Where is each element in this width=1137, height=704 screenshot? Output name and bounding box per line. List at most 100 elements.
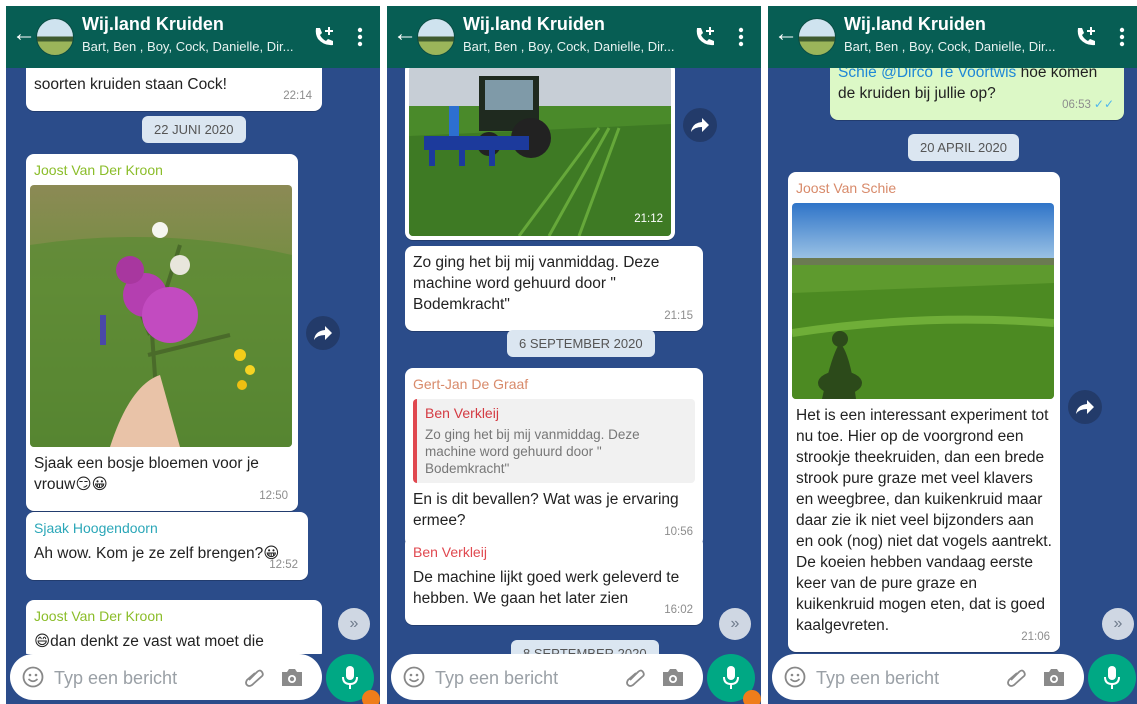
quoted-message[interactable]: Ben Verkleij Zo ging het bij mij vanmidd… bbox=[413, 399, 695, 483]
tractor-photo[interactable]: 21:12 bbox=[409, 68, 671, 236]
message-composer[interactable] bbox=[391, 654, 703, 700]
message-time: 12:52 bbox=[269, 559, 298, 571]
message-input[interactable] bbox=[816, 666, 986, 690]
voice-record-button[interactable] bbox=[326, 654, 380, 704]
mention-link[interactable]: Schie @Dirco Te Voortwis bbox=[838, 68, 1016, 81]
flower-photo[interactable] bbox=[30, 185, 292, 447]
message-text: 😄dan denkt ze vast wat moet die bbox=[34, 633, 264, 650]
forward-button[interactable] bbox=[683, 108, 717, 142]
read-receipt-icon: ✓✓ bbox=[1093, 97, 1114, 111]
chat-header[interactable]: ← Wij.land Kruiden Bart, Ben , Boy, Cock… bbox=[768, 6, 1137, 68]
camera-icon[interactable] bbox=[280, 666, 304, 688]
add-call-icon[interactable] bbox=[693, 25, 717, 49]
message-text: Zo ging het bij mij vanmiddag. Deze mach… bbox=[413, 254, 660, 313]
scroll-down-button[interactable]: » bbox=[1102, 608, 1134, 640]
forward-icon bbox=[691, 118, 709, 132]
message-time: 22:14 bbox=[283, 90, 312, 102]
quoted-sender: Ben Verkleij bbox=[425, 405, 499, 421]
message-input[interactable] bbox=[54, 666, 224, 690]
message-time: 06:53 bbox=[1062, 99, 1091, 111]
group-avatar[interactable] bbox=[798, 18, 836, 56]
message-text: En is dit bevallen? Wat was je ervaring … bbox=[413, 491, 679, 529]
date-divider: 20 APRIL 2020 bbox=[908, 134, 1019, 161]
forward-button[interactable] bbox=[1068, 390, 1102, 424]
message-text: Ah wow. Kom je ze zelf brengen?😀 bbox=[34, 545, 280, 562]
message-composer[interactable] bbox=[10, 654, 322, 700]
sender-name: Gert-Jan De Graaf bbox=[413, 376, 529, 392]
sender-name: Joost Van Schie bbox=[796, 180, 897, 196]
group-avatar[interactable] bbox=[417, 18, 455, 56]
message-input[interactable] bbox=[435, 666, 605, 690]
date-divider: 6 SEPTEMBER 2020 bbox=[507, 330, 655, 357]
message-bubble[interactable]: Sjaak Hoogendoorn Ah wow. Kom je ze zelf… bbox=[26, 512, 308, 580]
message-text: Het is een interessant experiment tot nu… bbox=[796, 407, 1052, 634]
back-arrow-icon[interactable]: ← bbox=[12, 22, 36, 46]
date-divider: 22 JUNI 2020 bbox=[142, 116, 246, 143]
message-text: Sjaak een bosje bloemen voor je vrouw😏😀 bbox=[34, 455, 259, 493]
group-members: Bart, Ben , Boy, Cock, Danielle, Dir... bbox=[844, 39, 1056, 54]
chat-screen-1: … soorten kruiden staan Cock! 22:14 22 J… bbox=[6, 6, 380, 704]
message-bubble[interactable]: Gert-Jan De Graaf Ben Verkleij Zo ging h… bbox=[405, 368, 703, 547]
forward-icon bbox=[1076, 400, 1094, 414]
more-options-icon[interactable] bbox=[350, 26, 370, 48]
message-bubble[interactable]: Joost Van Der Kroon 😄dan denkt ze vast w… bbox=[26, 600, 322, 654]
sender-name: Ben Verkleij bbox=[413, 544, 487, 560]
camera-icon[interactable] bbox=[661, 666, 685, 688]
attach-icon[interactable] bbox=[623, 665, 647, 689]
emoji-icon[interactable] bbox=[403, 666, 425, 688]
message-text: De machine lijkt goed werk geleverd te h… bbox=[413, 569, 680, 607]
message-text: soorten kruiden staan Cock! bbox=[34, 76, 227, 93]
message-list[interactable]: … soorten kruiden staan Cock! 22:14 22 J… bbox=[6, 68, 380, 654]
message-bubble[interactable]: Ben Verkleij De machine lijkt goed werk … bbox=[405, 536, 703, 625]
voice-record-button[interactable] bbox=[707, 654, 761, 704]
microphone-icon bbox=[1104, 666, 1120, 689]
attach-icon[interactable] bbox=[242, 665, 266, 689]
back-arrow-icon[interactable]: ← bbox=[393, 22, 417, 46]
message-composer[interactable] bbox=[772, 654, 1084, 700]
emoji-icon[interactable] bbox=[784, 666, 806, 688]
notification-badge bbox=[743, 690, 761, 704]
more-options-icon[interactable] bbox=[731, 26, 751, 48]
chat-screen-2: 21:12 Zo ging het bij mij vanmiddag. Dez… bbox=[387, 6, 761, 704]
message-bubble[interactable]: 21:12 bbox=[405, 68, 675, 240]
voice-record-button[interactable] bbox=[1088, 654, 1136, 702]
forward-button[interactable] bbox=[306, 316, 340, 350]
message-time: 21:06 bbox=[1021, 631, 1050, 643]
message-bubble[interactable]: … soorten kruiden staan Cock! 22:14 bbox=[26, 68, 322, 111]
chat-screen-3: Schie @Dirco Te Voortwis hoe komen de kr… bbox=[768, 6, 1137, 704]
message-bubble-outgoing[interactable]: Schie @Dirco Te Voortwis hoe komen de kr… bbox=[830, 68, 1124, 120]
sender-name: Joost Van Der Kroon bbox=[34, 608, 163, 624]
message-bubble[interactable]: Joost Van Schie Het is een interessant e… bbox=[788, 172, 1060, 652]
sender-name: Sjaak Hoogendoorn bbox=[34, 520, 158, 536]
add-call-icon[interactable] bbox=[1074, 25, 1098, 49]
message-bubble[interactable]: Zo ging het bij mij vanmiddag. Deze mach… bbox=[405, 246, 703, 331]
notification-badge bbox=[362, 690, 380, 704]
tractor-image bbox=[409, 68, 671, 236]
group-title: Wij.land Kruiden bbox=[463, 14, 605, 34]
chat-header[interactable]: ← Wij.land Kruiden Bart, Ben , Boy, Cock… bbox=[387, 6, 761, 68]
field-photo[interactable] bbox=[792, 203, 1054, 399]
sender-name: Joost Van Der Kroon bbox=[34, 162, 163, 178]
camera-icon[interactable] bbox=[1042, 666, 1066, 688]
microphone-icon bbox=[342, 666, 358, 689]
add-call-icon[interactable] bbox=[312, 25, 336, 49]
quoted-text: Zo ging het bij mij vanmiddag. Deze mach… bbox=[425, 427, 640, 476]
chevron-down-icon: » bbox=[1113, 615, 1123, 632]
more-options-icon[interactable] bbox=[1112, 26, 1132, 48]
message-list[interactable]: 21:12 Zo ging het bij mij vanmiddag. Dez… bbox=[387, 68, 761, 654]
scroll-down-button[interactable]: » bbox=[338, 608, 370, 640]
group-members: Bart, Ben , Boy, Cock, Danielle, Dir... bbox=[82, 39, 294, 54]
group-title: Wij.land Kruiden bbox=[844, 14, 986, 34]
microphone-icon bbox=[723, 666, 739, 689]
message-bubble[interactable]: Joost Van Der Kroon Sjaak een bosje bloe… bbox=[26, 154, 298, 511]
message-list[interactable]: Schie @Dirco Te Voortwis hoe komen de kr… bbox=[768, 68, 1137, 654]
field-image bbox=[792, 203, 1054, 399]
scroll-down-button[interactable]: » bbox=[719, 608, 751, 640]
back-arrow-icon[interactable]: ← bbox=[774, 22, 798, 46]
chevron-down-icon: » bbox=[349, 615, 359, 632]
chat-header[interactable]: ← Wij.land Kruiden Bart, Ben , Boy, Cock… bbox=[6, 6, 380, 68]
group-members: Bart, Ben , Boy, Cock, Danielle, Dir... bbox=[463, 39, 675, 54]
group-avatar[interactable] bbox=[36, 18, 74, 56]
emoji-icon[interactable] bbox=[22, 666, 44, 688]
attach-icon[interactable] bbox=[1004, 665, 1028, 689]
